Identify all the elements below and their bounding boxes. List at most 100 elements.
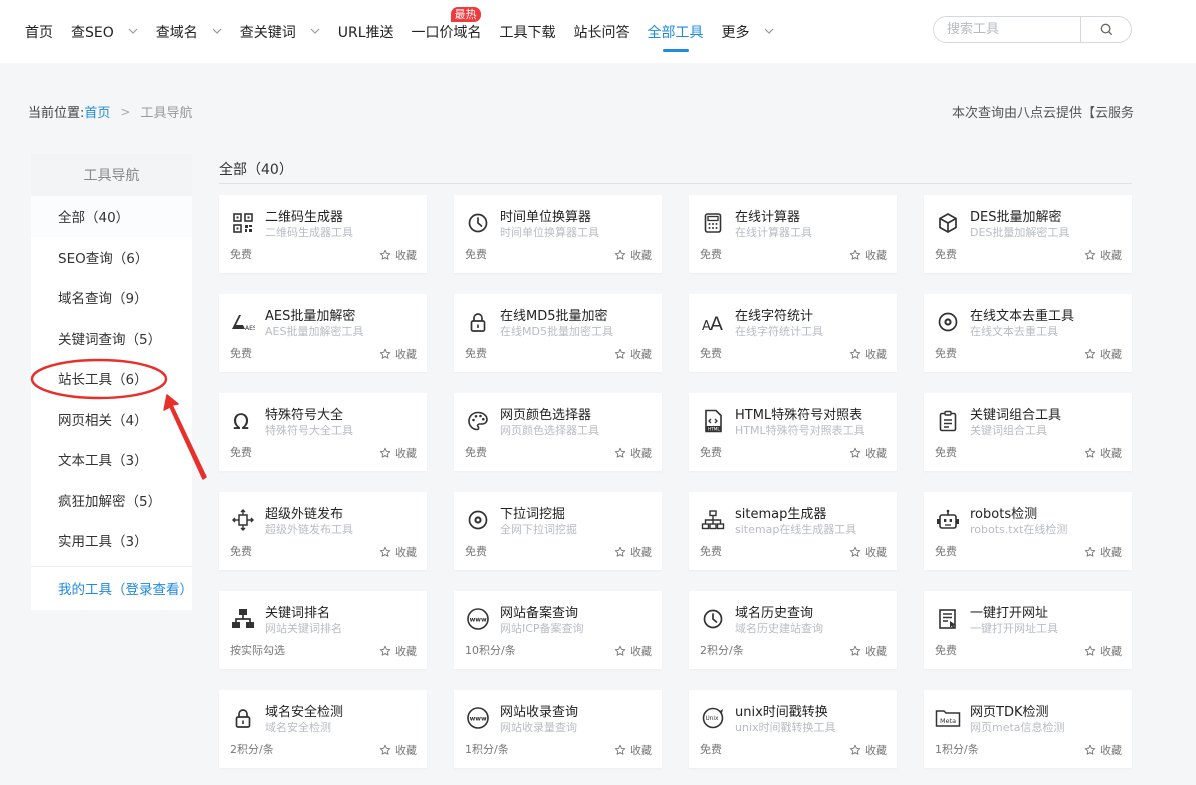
favorite-label: 收藏 [395, 249, 417, 262]
meta-folder-icon: Meta [935, 705, 961, 731]
tool-card[interactable]: 域名安全检测 域名安全检测 2积分/条 收藏 [219, 690, 427, 768]
nav-item-0[interactable]: 首页 [16, 0, 62, 63]
nav-item-4[interactable]: URL推送 [329, 0, 403, 63]
favorite-button[interactable]: 收藏 [614, 445, 652, 461]
favorite-button[interactable]: 收藏 [379, 346, 417, 362]
favorite-button[interactable]: 收藏 [379, 544, 417, 560]
favorite-label: 收藏 [395, 348, 417, 361]
tool-card[interactable]: AES AES批量加解密 AES批量加解密工具 免费 收藏 [219, 294, 427, 372]
tool-price: 免费 [700, 545, 722, 558]
nav-item-2[interactable]: 查域名 [147, 0, 231, 63]
tool-name: 关键词排名 [265, 606, 331, 621]
tool-card[interactable]: 时间单位换算器 时间单位换算器工具 免费 收藏 [454, 195, 662, 273]
favorite-button[interactable]: 收藏 [1084, 346, 1122, 362]
favorite-label: 收藏 [865, 744, 887, 757]
nav-item-5[interactable]: 一口价域名 最热 [403, 0, 491, 63]
sidebar-item-my-tools[interactable]: 我的工具（登录查看） [31, 565, 193, 610]
tool-card[interactable]: 关键词组合工具 关键词组合工具 免费 收藏 [924, 393, 1132, 471]
tool-card[interactable]: 下拉词挖掘 全网下拉词挖掘 免费 收藏 [454, 492, 662, 570]
tool-card[interactable]: 网页颜色选择器 网页颜色选择器工具 免费 收藏 [454, 393, 662, 471]
tool-card[interactable]: DES批量加解密 DES批量加解密工具 免费 收藏 [924, 195, 1132, 273]
sidebar-item[interactable]: 关键词查询（5） [31, 318, 192, 359]
tool-desc: 在线文本去重工具 [970, 325, 1058, 338]
tool-card[interactable]: 在线文本去重工具 在线文本去重工具 免费 收藏 [924, 294, 1132, 372]
tool-desc: 域名历史建站查询 [735, 622, 823, 635]
favorite-button[interactable]: 收藏 [614, 346, 652, 362]
sidebar-item[interactable]: 网页相关（4） [31, 399, 192, 440]
tool-card[interactable]: robots检测 robots.txt在线检测 免费 收藏 [924, 492, 1132, 570]
favorite-button[interactable]: 收藏 [614, 643, 652, 659]
favorite-label: 收藏 [865, 348, 887, 361]
star-icon [614, 645, 626, 657]
favorite-button[interactable]: 收藏 [1084, 544, 1122, 560]
nav-item-7[interactable]: 站长问答 [565, 0, 639, 63]
favorite-button[interactable]: 收藏 [1084, 643, 1122, 659]
favorite-button[interactable]: 收藏 [849, 742, 887, 758]
svg-text:A: A [710, 313, 723, 333]
sidebar-item[interactable]: 全部（40） [31, 196, 192, 237]
nav-item-3[interactable]: 查关键词 [231, 0, 329, 63]
tool-desc: DES批量加解密工具 [970, 226, 1070, 239]
favorite-button[interactable]: 收藏 [849, 544, 887, 560]
tool-card[interactable]: Unix unix时间戳转换 unix时间戳转换工具 免费 收藏 [689, 690, 897, 768]
tool-price: 免费 [935, 545, 957, 558]
sidebar-item[interactable]: 站长工具（6） [31, 358, 192, 399]
favorite-button[interactable]: 收藏 [849, 247, 887, 263]
favorite-button[interactable]: 收藏 [849, 346, 887, 362]
star-icon [849, 744, 861, 756]
favorite-button[interactable]: 收藏 [1084, 445, 1122, 461]
nav-item-6[interactable]: 工具下载 [491, 0, 565, 63]
tool-card[interactable]: HTML HTML特殊符号对照表 HTML特殊符号对照表工具 免费 收藏 [689, 393, 897, 471]
qrcode-icon [230, 210, 256, 236]
sidebar-item[interactable]: 域名查询（9） [31, 277, 192, 318]
tool-card[interactable]: 超级外链发布 超级外链发布工具 免费 收藏 [219, 492, 427, 570]
tool-card[interactable]: Meta 网页TDK检测 网页meta信息检测 1积分/条 收藏 [924, 690, 1132, 768]
circle-dot-icon [465, 507, 491, 533]
tool-card[interactable]: 关键词排名 网站关键词排名 按实际勾选 收藏 [219, 591, 427, 669]
tool-card[interactable]: www 网站备案查询 网站ICP备案查询 10积分/条 收藏 [454, 591, 662, 669]
favorite-button[interactable]: 收藏 [849, 643, 887, 659]
favorite-label: 收藏 [630, 447, 652, 460]
tool-card[interactable]: Ω 特殊符号大全 特殊符号大全工具 免费 收藏 [219, 393, 427, 471]
tool-card[interactable]: 在线MD5批量加密 在线MD5批量加密工具 免费 收藏 [454, 294, 662, 372]
search-box [933, 16, 1132, 43]
tool-card[interactable]: 域名历史查询 域名历史建站查询 2积分/条 收藏 [689, 591, 897, 669]
nav-item-8[interactable]: 全部工具 [639, 0, 713, 63]
sidebar-item[interactable]: SEO查询（6） [31, 237, 192, 278]
tool-desc: 关键词组合工具 [970, 424, 1047, 437]
search-input[interactable] [934, 17, 1080, 42]
favorite-button[interactable]: 收藏 [379, 445, 417, 461]
sidebar-item[interactable]: 文本工具（3） [31, 439, 192, 480]
favorite-button[interactable]: 收藏 [379, 742, 417, 758]
tool-card[interactable]: 一键打开网址 一键打开网址工具 免费 收藏 [924, 591, 1132, 669]
search-button[interactable] [1080, 17, 1131, 42]
favorite-label: 收藏 [1100, 447, 1122, 460]
favorite-button[interactable]: 收藏 [1084, 247, 1122, 263]
star-icon [849, 645, 861, 657]
nav-item-9[interactable]: 更多 [713, 0, 783, 63]
favorite-button[interactable]: 收藏 [1084, 742, 1122, 758]
tool-desc: AES批量加解密工具 [265, 325, 364, 338]
favorite-button[interactable]: 收藏 [849, 445, 887, 461]
nav-item-1[interactable]: 查SEO [62, 0, 147, 63]
tool-card[interactable]: www 网站收录查询 网站收录量查询 1积分/条 收藏 [454, 690, 662, 768]
clock-icon [700, 606, 726, 632]
tool-desc: 一键打开网址工具 [970, 622, 1058, 635]
tool-card[interactable]: A A 在线字符统计 在线字符统计工具 免费 收藏 [689, 294, 897, 372]
favorite-button[interactable]: 收藏 [614, 544, 652, 560]
tool-card[interactable]: 在线计算器 在线计算器工具 免费 收藏 [689, 195, 897, 273]
lock-icon [465, 309, 491, 335]
sidebar-item[interactable]: 实用工具（3） [31, 520, 192, 561]
chevron-down-icon [128, 26, 138, 37]
sidebar-item[interactable]: 疯狂加解密（5） [31, 480, 192, 521]
tool-card[interactable]: 二维码生成器 二维码生成器工具 免费 收藏 [219, 195, 427, 273]
favorite-button[interactable]: 收藏 [614, 247, 652, 263]
tool-price: 免费 [230, 545, 252, 558]
breadcrumb-home-link[interactable]: 首页 [84, 102, 110, 121]
favorite-button[interactable]: 收藏 [379, 643, 417, 659]
tool-price: 免费 [230, 446, 252, 459]
tool-card[interactable]: sitemap生成器 sitemap在线生成器工具 免费 收藏 [689, 492, 897, 570]
favorite-button[interactable]: 收藏 [379, 247, 417, 263]
tool-name: 网站收录查询 [500, 705, 579, 720]
favorite-button[interactable]: 收藏 [614, 742, 652, 758]
